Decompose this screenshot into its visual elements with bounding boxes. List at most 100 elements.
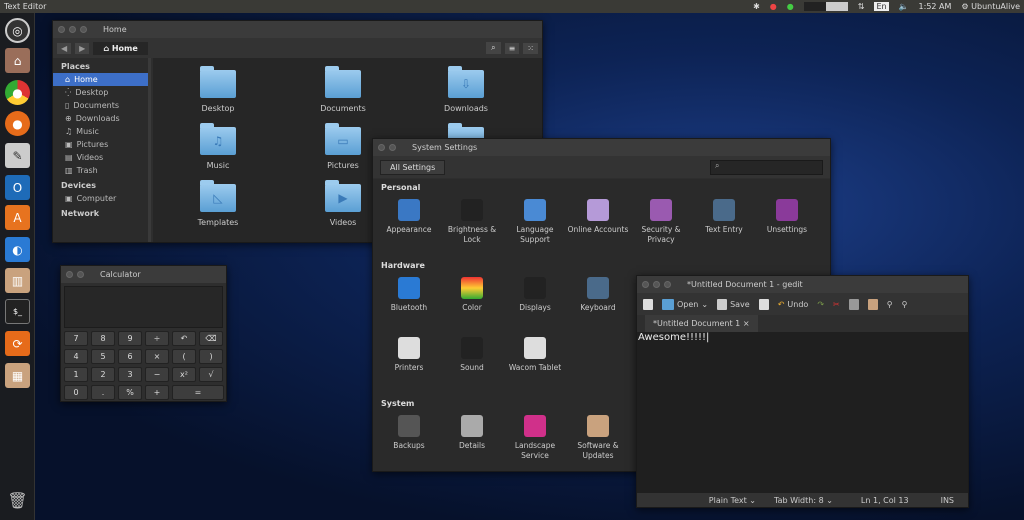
calc-key[interactable]: × — [145, 349, 169, 364]
software-center-icon[interactable]: A — [5, 205, 30, 230]
gedit-titlebar[interactable]: *Untitled Document 1 - gedit — [637, 276, 968, 293]
open-button[interactable]: Open ⌄ — [662, 298, 708, 310]
files-icon[interactable]: ⌂ — [5, 48, 30, 73]
calc-key[interactable]: 2 — [91, 367, 115, 382]
close-tab-icon[interactable]: × — [743, 319, 750, 328]
clock[interactable]: 1:52 AM — [919, 2, 952, 11]
find-button[interactable]: ⚲ — [887, 300, 893, 309]
back-button[interactable]: ◀ — [57, 42, 72, 54]
close-button[interactable] — [58, 26, 65, 33]
settings-titlebar[interactable]: System Settings — [373, 139, 830, 156]
search-button[interactable]: ⌕ — [486, 42, 501, 54]
settings-landscape-service[interactable]: Landscape Service — [504, 415, 566, 461]
calculator-titlebar[interactable]: Calculator — [61, 266, 226, 283]
outlook-icon[interactable]: O — [5, 175, 30, 200]
files-titlebar[interactable]: Home — [53, 21, 542, 38]
calc-key[interactable]: . — [91, 385, 115, 400]
minimize-button[interactable] — [77, 271, 84, 278]
network-icon[interactable]: ⇅ — [858, 2, 865, 11]
sidebar-item-documents[interactable]: ▯ Documents — [53, 99, 148, 112]
calc-key[interactable]: 0 — [64, 385, 88, 400]
calc-key[interactable]: ↶ — [172, 331, 196, 346]
bluetooth-icon[interactable]: ✱ — [753, 2, 760, 11]
close-button[interactable] — [66, 271, 73, 278]
calc-key[interactable]: 8 — [91, 331, 115, 346]
settings-displays[interactable]: Displays — [504, 277, 566, 313]
list-view-button[interactable]: ≡ — [504, 42, 520, 54]
calc-key[interactable]: 7 — [64, 331, 88, 346]
settings-sound[interactable]: Sound — [441, 337, 503, 373]
new-button[interactable] — [643, 298, 653, 310]
close-button[interactable] — [642, 281, 649, 288]
calc-key[interactable]: % — [118, 385, 142, 400]
text-editor-icon[interactable]: ✎ — [5, 143, 30, 168]
replace-button[interactable]: ⚲ — [902, 300, 908, 309]
settings-text-entry[interactable]: Text Entry — [693, 199, 755, 235]
chrome-indicator-icon[interactable]: ● — [770, 2, 777, 11]
sidebar-item-music[interactable]: ♫ Music — [53, 125, 148, 138]
calc-key[interactable]: ⌫ — [199, 331, 223, 346]
settings-security-privacy[interactable]: Security & Privacy — [630, 199, 692, 245]
calc-key[interactable]: + — [145, 385, 169, 400]
folder-pictures[interactable]: ▭ Pictures — [303, 123, 383, 170]
language-selector[interactable]: Plain Text ⌄ — [709, 496, 756, 505]
sidebar-item-videos[interactable]: ▤ Videos — [53, 151, 148, 164]
settings-toggle-icon[interactable]: ◐ — [5, 237, 30, 262]
cut-button[interactable]: ✂ — [833, 300, 840, 309]
sidebar-item-trash[interactable]: ▥ Trash — [53, 164, 148, 177]
firefox-icon[interactable]: ● — [5, 111, 30, 136]
undo-button[interactable]: ↶ Undo — [778, 300, 809, 309]
sidebar-item-pictures[interactable]: ▣ Pictures — [53, 138, 148, 151]
settings-appearance[interactable]: Appearance — [378, 199, 440, 235]
user-menu[interactable]: ⚙ UbuntuAlive — [961, 2, 1020, 11]
folder-videos[interactable]: ▶ Videos — [303, 180, 383, 227]
sidebar-item-downloads[interactable]: ⊕ Downloads — [53, 112, 148, 125]
maximize-button[interactable] — [664, 281, 671, 288]
calc-key[interactable]: ÷ — [145, 331, 169, 346]
settings-keyboard[interactable]: Keyboard — [567, 277, 629, 313]
calc-key[interactable]: 1 — [64, 367, 88, 382]
settings-color[interactable]: Color — [441, 277, 503, 313]
minimize-button[interactable] — [389, 144, 396, 151]
all-settings-button[interactable]: All Settings — [380, 159, 446, 175]
system-load-indicator[interactable] — [803, 2, 848, 11]
close-button[interactable] — [378, 144, 385, 151]
print-button[interactable] — [758, 298, 769, 310]
settings-brightness-lock[interactable]: Brightness & Lock — [441, 199, 503, 245]
chrome-icon[interactable]: ● — [5, 80, 30, 105]
calc-key[interactable]: x² — [172, 367, 196, 382]
save-button[interactable]: Save — [717, 298, 750, 310]
paste-button[interactable] — [867, 298, 878, 310]
volume-icon[interactable]: 🔈 — [899, 2, 909, 11]
settings-bluetooth[interactable]: Bluetooth — [378, 277, 440, 313]
tab-width-selector[interactable]: Tab Width: 8 ⌄ — [774, 496, 833, 505]
sidebar-item-home[interactable]: ⌂ Home — [53, 73, 148, 86]
calc-key[interactable]: 9 — [118, 331, 142, 346]
folder-documents[interactable]: Documents — [303, 66, 383, 113]
forward-button[interactable]: ▶ — [75, 42, 90, 54]
settings-online-accounts[interactable]: Online Accounts — [567, 199, 629, 235]
text-area[interactable]: Awesome!!!!!| — [637, 332, 968, 493]
ubuntu-dash-icon[interactable]: ◎ — [5, 18, 30, 43]
calc-key[interactable]: 6 — [118, 349, 142, 364]
folder-downloads[interactable]: ⇩ Downloads — [426, 66, 506, 113]
settings-backups[interactable]: Backups — [378, 415, 440, 451]
calc-key[interactable]: = — [172, 385, 224, 400]
keyboard-layout[interactable]: En — [874, 2, 889, 11]
calc-key[interactable]: 3 — [118, 367, 142, 382]
update-manager-icon[interactable]: ⟳ — [5, 331, 30, 356]
path-home-button[interactable]: ⌂ Home — [93, 41, 148, 55]
calc-key[interactable]: ) — [199, 349, 223, 364]
sidebar-item-computer[interactable]: ▣ Computer — [53, 192, 148, 205]
calculator-icon[interactable]: ▦ — [5, 363, 30, 388]
sidebar-item-desktop[interactable]: ⁛ Desktop — [53, 86, 148, 99]
settings-software-updates[interactable]: Software & Updates — [567, 415, 629, 461]
calc-key[interactable]: 5 — [91, 349, 115, 364]
minimize-button[interactable] — [653, 281, 660, 288]
maximize-button[interactable] — [80, 26, 87, 33]
redo-button[interactable]: ↷ — [817, 300, 824, 309]
calc-key[interactable]: − — [145, 367, 169, 382]
calc-key[interactable]: √ — [199, 367, 223, 382]
copy-button[interactable] — [848, 298, 859, 310]
calc-key[interactable]: ( — [172, 349, 196, 364]
